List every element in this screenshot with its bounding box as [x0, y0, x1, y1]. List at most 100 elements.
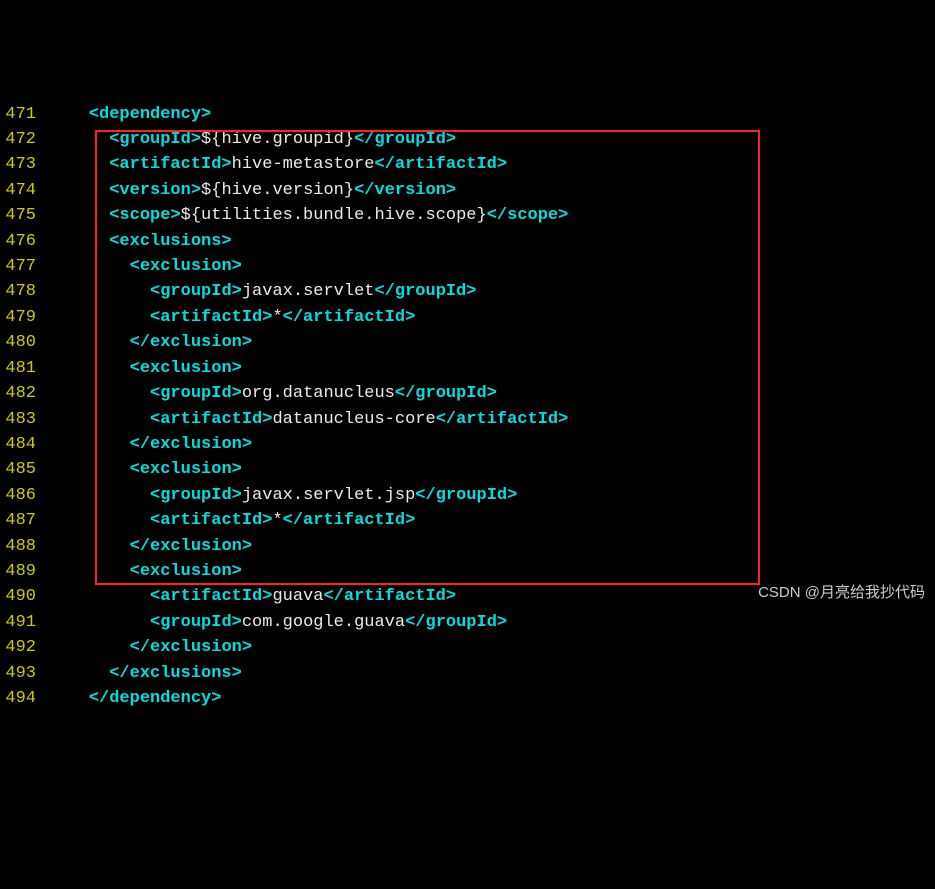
code-editor[interactable]: 471 <dependency>472 <groupId>${hive.grou… — [0, 102, 935, 712]
line-content[interactable]: <version>${hive.version}</version> — [48, 178, 456, 203]
line-content[interactable]: </dependency> — [48, 686, 221, 711]
code-line[interactable]: 485 <exclusion> — [0, 457, 935, 482]
line-content[interactable]: <exclusion> — [48, 457, 242, 482]
line-number: 475 — [0, 203, 48, 228]
line-content[interactable]: <artifactId>hive-metastore</artifactId> — [48, 152, 507, 177]
xml-tag: <exclusions> — [109, 232, 231, 251]
code-line[interactable]: 488 </exclusion> — [0, 534, 935, 559]
xml-tag: <artifactId> — [150, 410, 272, 429]
line-content[interactable]: <groupId>javax.servlet.jsp</groupId> — [48, 483, 517, 508]
line-number: 481 — [0, 356, 48, 381]
line-content[interactable]: <artifactId>*</artifactId> — [48, 305, 415, 330]
xml-tag: <artifactId> — [109, 155, 231, 174]
code-line[interactable]: 474 <version>${hive.version}</version> — [0, 178, 935, 203]
line-content[interactable]: <groupId>org.datanucleus</groupId> — [48, 381, 497, 406]
line-number: 493 — [0, 661, 48, 686]
code-line[interactable]: 493 </exclusions> — [0, 661, 935, 686]
code-line[interactable]: 483 <artifactId>datanucleus-core</artifa… — [0, 407, 935, 432]
line-content[interactable]: <artifactId>*</artifactId> — [48, 508, 415, 533]
code-line[interactable]: 477 <exclusion> — [0, 254, 935, 279]
line-content[interactable]: <groupId>${hive.groupid}</groupId> — [48, 127, 456, 152]
line-content[interactable]: <groupId>javax.servlet</groupId> — [48, 279, 477, 304]
code-line[interactable]: 476 <exclusions> — [0, 229, 935, 254]
line-content[interactable]: <groupId>com.google.guava</groupId> — [48, 610, 507, 635]
code-line[interactable]: 481 <exclusion> — [0, 356, 935, 381]
xml-tag: <exclusion> — [130, 257, 242, 276]
xml-tag: </groupId> — [395, 384, 497, 403]
code-line[interactable]: 479 <artifactId>*</artifactId> — [0, 305, 935, 330]
line-content[interactable]: <exclusion> — [48, 356, 242, 381]
xml-tag: </groupId> — [354, 130, 456, 149]
line-content[interactable]: <exclusions> — [48, 229, 232, 254]
xml-tag: </artifactId> — [283, 511, 416, 530]
line-number: 471 — [0, 102, 48, 127]
line-number: 490 — [0, 584, 48, 609]
line-number: 477 — [0, 254, 48, 279]
line-number: 483 — [0, 407, 48, 432]
xml-tag: </groupId> — [405, 613, 507, 632]
code-line[interactable]: 484 </exclusion> — [0, 432, 935, 457]
code-line[interactable]: 492 </exclusion> — [0, 635, 935, 660]
xml-tag: </artifactId> — [374, 155, 507, 174]
line-number: 480 — [0, 330, 48, 355]
code-line[interactable]: 475 <scope>${utilities.bundle.hive.scope… — [0, 203, 935, 228]
xml-text: hive-metastore — [232, 155, 375, 174]
line-content[interactable]: </exclusion> — [48, 635, 252, 660]
line-content[interactable]: <artifactId>datanucleus-core</artifactId… — [48, 407, 568, 432]
xml-text: * — [272, 308, 282, 327]
watermark: CSDN @月亮给我抄代码 — [758, 580, 925, 605]
xml-tag: <version> — [109, 181, 201, 200]
line-number: 478 — [0, 279, 48, 304]
line-content[interactable]: <scope>${utilities.bundle.hive.scope}</s… — [48, 203, 568, 228]
xml-tag: </exclusions> — [109, 664, 242, 683]
xml-text: javax.servlet — [242, 282, 375, 301]
line-number: 488 — [0, 534, 48, 559]
xml-tag: <artifactId> — [150, 587, 272, 606]
xml-tag: </exclusion> — [130, 638, 252, 657]
line-content[interactable]: </exclusions> — [48, 661, 242, 686]
xml-tag: <dependency> — [89, 105, 211, 124]
line-number: 484 — [0, 432, 48, 457]
xml-text: ${hive.groupid} — [201, 130, 354, 149]
xml-text: javax.servlet.jsp — [242, 486, 415, 505]
xml-tag: <groupId> — [150, 613, 242, 632]
line-number: 474 — [0, 178, 48, 203]
code-line[interactable]: 480 </exclusion> — [0, 330, 935, 355]
code-line[interactable]: 471 <dependency> — [0, 102, 935, 127]
xml-text: org.datanucleus — [242, 384, 395, 403]
code-line[interactable]: 487 <artifactId>*</artifactId> — [0, 508, 935, 533]
code-line[interactable]: 491 <groupId>com.google.guava</groupId> — [0, 610, 935, 635]
code-line[interactable]: 482 <groupId>org.datanucleus</groupId> — [0, 381, 935, 406]
code-line[interactable]: 486 <groupId>javax.servlet.jsp</groupId> — [0, 483, 935, 508]
xml-tag: <artifactId> — [150, 511, 272, 530]
xml-tag: </artifactId> — [323, 587, 456, 606]
code-line[interactable]: 494 </dependency> — [0, 686, 935, 711]
xml-tag: </groupId> — [374, 282, 476, 301]
line-number: 476 — [0, 229, 48, 254]
xml-tag: <scope> — [109, 206, 180, 225]
line-content[interactable]: </exclusion> — [48, 432, 252, 457]
xml-tag: </version> — [354, 181, 456, 200]
xml-tag: <exclusion> — [130, 562, 242, 581]
xml-text: guava — [272, 587, 323, 606]
line-number: 473 — [0, 152, 48, 177]
line-number: 491 — [0, 610, 48, 635]
line-number: 489 — [0, 559, 48, 584]
line-number: 486 — [0, 483, 48, 508]
code-line[interactable]: 473 <artifactId>hive-metastore</artifact… — [0, 152, 935, 177]
line-number: 479 — [0, 305, 48, 330]
line-content[interactable]: <artifactId>guava</artifactId> — [48, 584, 456, 609]
xml-tag: </artifactId> — [283, 308, 416, 327]
line-content[interactable]: <dependency> — [48, 102, 211, 127]
code-line[interactable]: 478 <groupId>javax.servlet</groupId> — [0, 279, 935, 304]
line-content[interactable]: </exclusion> — [48, 534, 252, 559]
xml-tag: <exclusion> — [130, 359, 242, 378]
code-line[interactable]: 472 <groupId>${hive.groupid}</groupId> — [0, 127, 935, 152]
xml-tag: </dependency> — [89, 689, 222, 708]
line-content[interactable]: </exclusion> — [48, 330, 252, 355]
line-content[interactable]: <exclusion> — [48, 559, 242, 584]
line-content[interactable]: <exclusion> — [48, 254, 242, 279]
xml-tag: <groupId> — [109, 130, 201, 149]
xml-text: datanucleus-core — [272, 410, 435, 429]
line-number: 487 — [0, 508, 48, 533]
